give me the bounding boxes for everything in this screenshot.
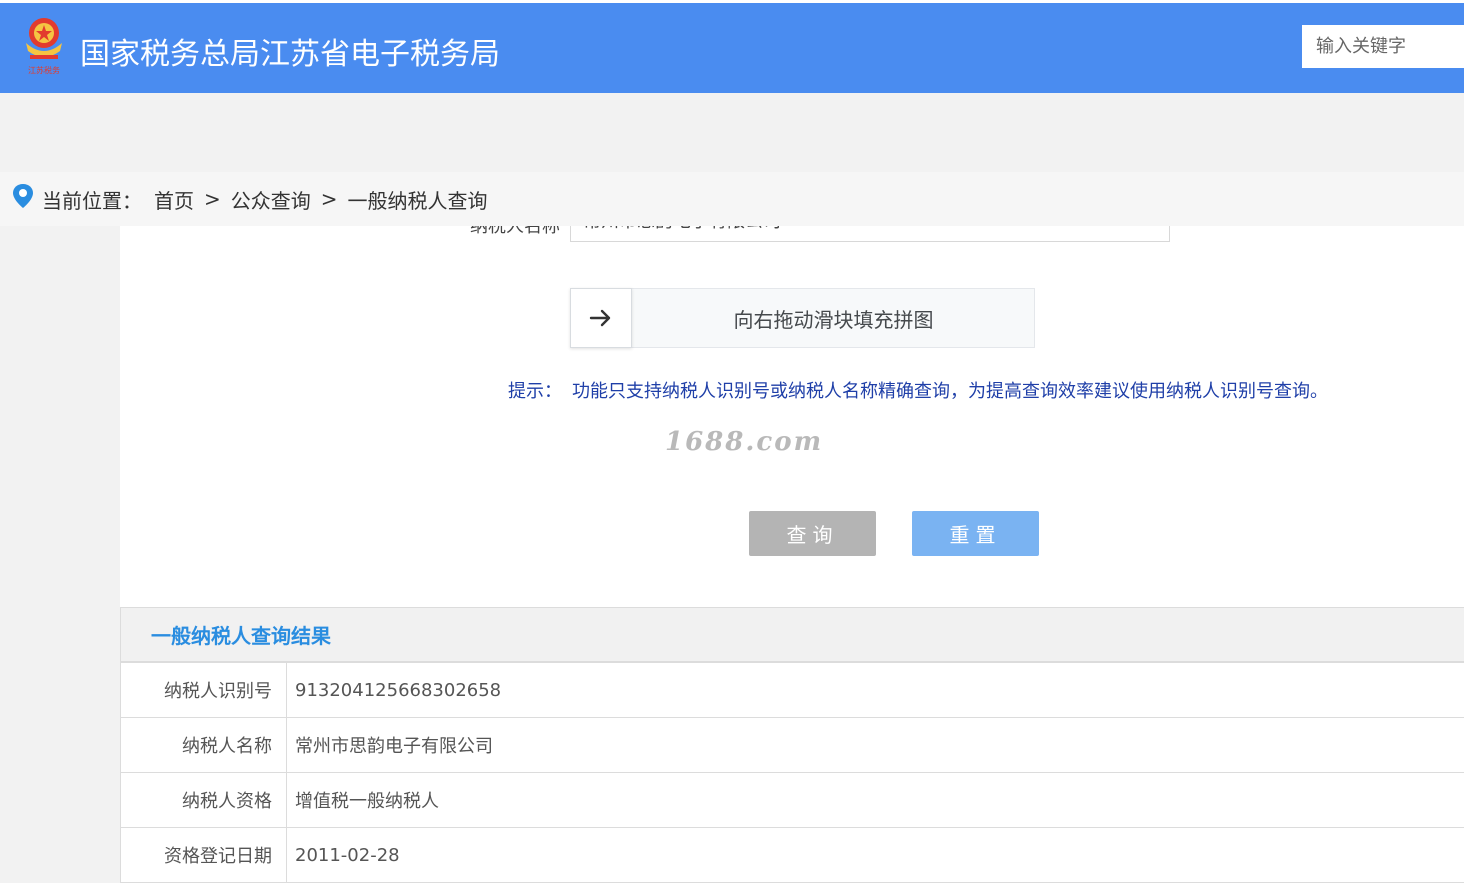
table-row: 资格登记日期 2011-02-28: [120, 827, 1464, 883]
row-label: 资格登记日期: [120, 827, 287, 883]
logo-text: 江苏税务: [28, 65, 60, 75]
query-hint: 提示： 功能只支持纳税人识别号或纳税人名称精确查询，为提高查询效率建议使用纳税人识…: [508, 377, 1328, 403]
query-panel: 纳税人名称 常州市思韵电子有限公司 向右拖动滑块填充拼图 提示： 功能只支持纳税人…: [120, 226, 1464, 883]
watermark: 1688.com: [665, 427, 824, 457]
table-row: 纳税人名称 常州市思韵电子有限公司: [120, 717, 1464, 773]
taxpayer-name-label: 纳税人名称: [470, 226, 560, 237]
slider-instruction: 向右拖动滑块填充拼图: [733, 307, 934, 332]
result-title: 一般纳税人查询结果: [120, 607, 1464, 662]
location-pin-icon: [13, 184, 33, 208]
site-title[interactable]: 国家税务总局江苏省电子税务局: [80, 29, 500, 73]
row-value: 913204125668302658: [286, 662, 1464, 718]
captcha-slider[interactable]: 向右拖动滑块填充拼图: [570, 288, 1035, 348]
row-label: 纳税人识别号: [120, 662, 287, 718]
search-input[interactable]: [1302, 25, 1464, 68]
row-value: 2011-02-28: [286, 827, 1464, 883]
tax-emblem-icon[interactable]: 江苏税务: [20, 15, 68, 77]
breadcrumb-separator: >: [320, 187, 338, 211]
query-button[interactable]: 查询: [749, 511, 876, 556]
slider-handle[interactable]: [570, 288, 632, 348]
row-value: 增值税一般纳税人: [286, 772, 1464, 828]
hint-label: 提示：: [508, 381, 562, 402]
result-table: 纳税人识别号 913204125668302658 纳税人名称 常州市思韵电子有…: [120, 662, 1464, 883]
breadcrumb-separator: >: [204, 187, 221, 211]
breadcrumb: 当前位置： 首页 > 公众查询 > 一般纳税人查询: [0, 172, 1464, 226]
table-row: 纳税人资格 增值税一般纳税人: [120, 772, 1464, 828]
breadcrumb-public-query[interactable]: 公众查询: [231, 185, 311, 214]
result-section: 一般纳税人查询结果 纳税人识别号 913204125668302658 纳税人名…: [120, 607, 1464, 883]
breadcrumb-label: 当前位置：: [42, 188, 142, 213]
row-value: 常州市思韵电子有限公司: [286, 717, 1464, 773]
breadcrumb-home[interactable]: 首页: [154, 185, 194, 214]
breadcrumb-current: 一般纳税人查询: [347, 188, 488, 213]
row-label: 纳税人资格: [120, 772, 287, 828]
site-header: 江苏税务 国家税务总局江苏省电子税务局: [0, 0, 1464, 93]
taxpayer-name-input[interactable]: 常州市思韵电子有限公司: [570, 226, 1170, 242]
taxpayer-name-row: 纳税人名称 常州市思韵电子有限公司: [120, 226, 1464, 244]
table-row: 纳税人识别号 913204125668302658: [120, 662, 1464, 718]
reset-button[interactable]: 重置: [912, 511, 1039, 556]
hint-text: 功能只支持纳税人识别号或纳税人名称精确查询，为提高查询效率建议使用纳税人识别号查…: [572, 381, 1328, 402]
row-label: 纳税人名称: [120, 717, 287, 773]
arrow-right-icon: [589, 309, 611, 327]
